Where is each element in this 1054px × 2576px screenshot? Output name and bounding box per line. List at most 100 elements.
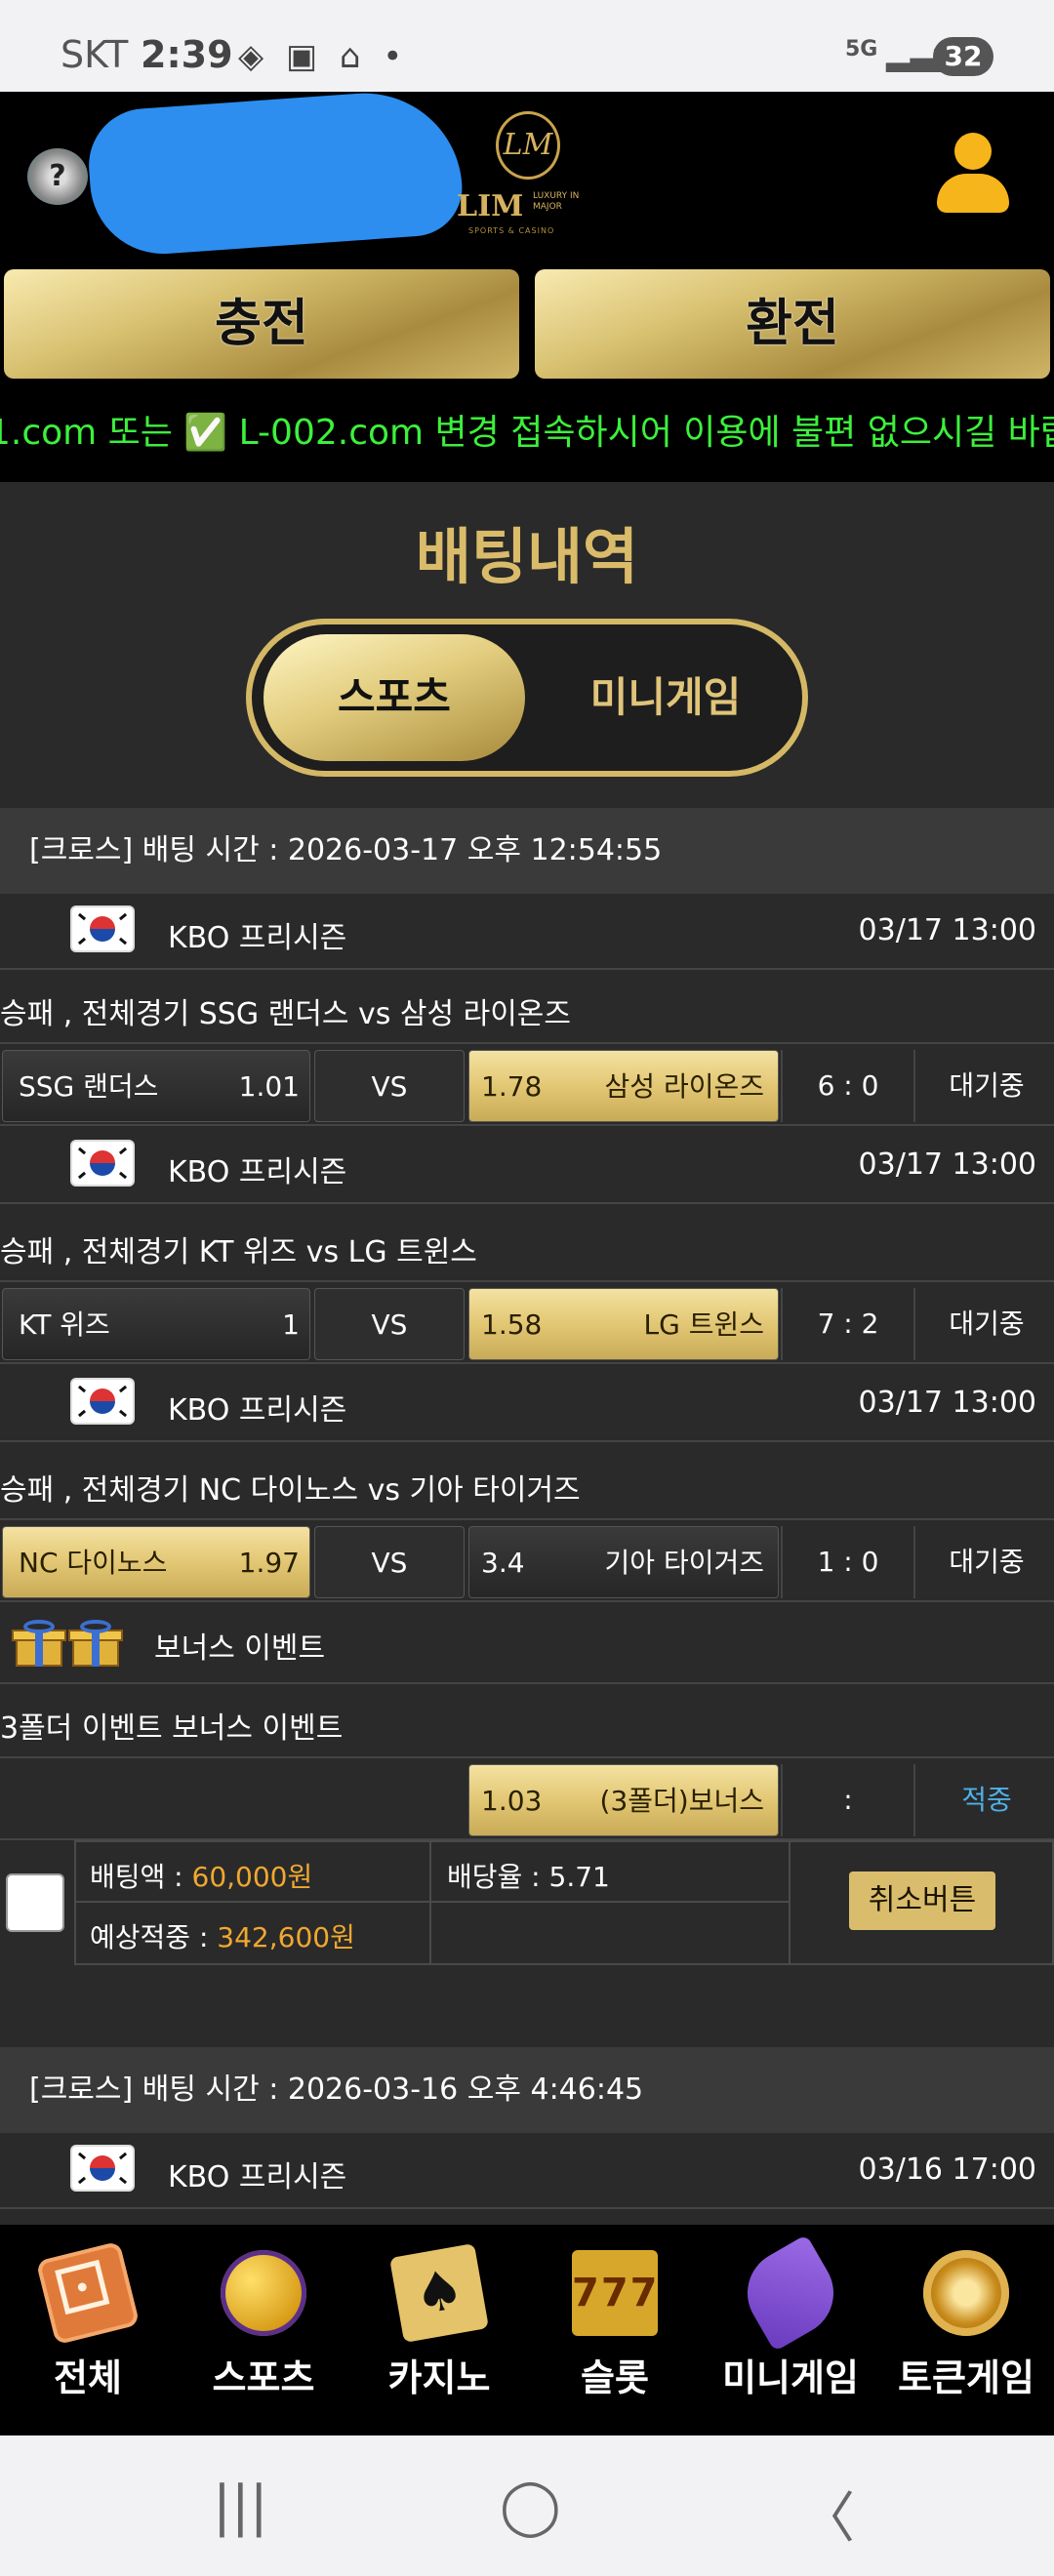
battery-icon: 32 [933,37,993,76]
nav-label: 전체 [54,2356,122,2399]
home-odds-value: 1.01 [238,1070,300,1103]
away-odds-value: 1.58 [481,1308,543,1341]
roulette-icon [923,2250,1009,2336]
bonus-odds-value: 1.03 [481,1785,543,1817]
logo-tagline: SPORTS & CASINO [468,226,555,235]
game-score: 6 : 0 [781,1050,915,1122]
market-text: 3폴더 이벤트 보너스 이벤트 [0,1711,344,1746]
game-time: 03/16 17:00 [858,2153,1036,2187]
nav-slot[interactable]: 777 슬롯 [527,2225,703,2435]
home-icon[interactable]: ◯ [500,2475,561,2538]
home-team-name: KT 위즈 [19,1308,110,1341]
market-row: 3폴더 이벤트 보너스 이벤트 [0,1686,1054,1758]
bonus-odds-button[interactable]: 1.03 (3폴더)보너스 [468,1764,779,1836]
nav-minigame[interactable]: 미니게임 [703,2225,878,2435]
odds-row: SSG 랜더스 1.01 VS 1.78 삼성 라이온즈 6 : 0 대기중 [0,1046,1054,1126]
vs-label: VS [314,1050,465,1122]
bet-slip-header: [크로스] 배팅 시간 : 2026-03-17 오후 12:54:55 [0,808,1054,894]
league-name: KBO 프리시즌 [168,1393,347,1428]
away-team-name: 삼성 라이온즈 [604,1070,764,1103]
logo-emblem-icon: LM [496,111,560,180]
league-row: KBO 프리시즌 03/17 13:00 [0,1366,1054,1442]
bet-amount-row: 배팅액 : 60,000원 [90,1856,312,1895]
back-icon[interactable]: 〈 [800,2475,855,2554]
away-odds-value: 1.78 [481,1070,543,1103]
nav-all[interactable]: 전체 [0,2225,176,2435]
home-odds-value: 1.97 [238,1547,300,1579]
site-logo[interactable]: LM LIM LUXURY IN MAJOR SPORTS & CASINO [451,111,607,248]
bonus-event-label: 보너스 이벤트 [154,1631,326,1666]
withdraw-button[interactable]: 환전 [535,269,1050,379]
market-row: 승패 , 전체경기 NC 다이노스 vs 기아 타이거즈 [0,1448,1054,1520]
league-name: KBO 프리시즌 [168,921,347,955]
bet-slip-header: [크로스] 배팅 시간 : 2026-03-16 오후 4:46:45 [0,2047,1054,2133]
nav-token-game[interactable]: 토큰게임 [878,2225,1054,2435]
away-odds-value: 3.4 [481,1547,525,1579]
game-score: 1 : 0 [781,1526,915,1598]
carrier-label: SKT [61,33,129,76]
network-type-icon: 5G [845,37,878,61]
nav-sports[interactable]: 스포츠 [176,2225,351,2435]
away-odds-button[interactable]: 1.78 삼성 라이온즈 [468,1050,779,1122]
system-nav-bar: ||| ◯ 〈 [0,2435,1054,2576]
game-time: 03/17 13:00 [858,1147,1036,1182]
cards-icon: ♠ [389,2243,489,2343]
market-text: 승패 , 전체경기 SSG 랜더스 vs 삼성 라이온즈 [0,997,572,1031]
slot-777-icon: 777 [572,2250,658,2336]
vs-label: VS [314,1288,465,1360]
home-odds-button[interactable]: SSG 랜더스 1.01 [2,1050,310,1122]
gift-icon [68,1620,123,1667]
deposit-button[interactable]: 충전 [4,269,519,379]
nav-label: 슬롯 [581,2356,649,2399]
game-time: 03/17 13:00 [858,1386,1036,1420]
home-odds-value: 1 [282,1308,300,1341]
game-score: 7 : 2 [781,1288,915,1360]
select-checkbox[interactable] [6,1873,64,1932]
recents-icon[interactable]: ||| [213,2475,268,2538]
home-odds-button[interactable]: NC 다이노스 1.97 [2,1526,310,1598]
bet-status: 대기중 [949,1308,1025,1340]
odds-total-label: 배당율 : [447,1861,549,1893]
home-odds-button[interactable]: KT 위즈 1 [2,1288,310,1360]
expected-win-row: 예상적중 : 342,600원 [90,1916,355,1955]
notice-text: 1.com 또는 ✅ L-002.com 변경 접속하시어 이용에 불편 없으시… [0,413,1054,453]
site-header: ? LM LIM LUXURY IN MAJOR SPORTS & CASINO [0,86,1054,265]
bet-status: 대기중 [949,1546,1025,1578]
bonus-score: : [781,1764,915,1836]
away-odds-button[interactable]: 3.4 기아 타이거즈 [468,1526,779,1598]
league-row: KBO 프리시즌 03/16 17:00 [0,2133,1054,2209]
nav-label: 스포츠 [212,2356,315,2399]
tab-minigame[interactable]: 미니게임 [535,634,796,761]
bet-summary: 배팅액 : 60,000원 배당율 : 5.71 예상적중 : 342,600원… [0,1840,1054,1965]
nav-label: 미니게임 [722,2356,859,2399]
bet-amount-value: 60,000원 [191,1861,313,1893]
home-team-name: SSG 랜더스 [19,1070,159,1103]
game-time: 03/17 13:00 [858,913,1036,947]
vs-label: VS [314,1526,465,1598]
tab-sports[interactable]: 스포츠 [264,634,525,761]
expected-win-value: 342,600원 [217,1921,355,1953]
bonus-status: 적중 [961,1784,1012,1816]
logo-subtext: LUXURY IN MAJOR [533,191,580,212]
cancel-bet-button[interactable]: 취소버튼 [849,1872,995,1930]
redacted-username [85,86,466,260]
korea-flag-icon [72,2147,133,2190]
bonus-odds-row: 1.03 (3폴더)보너스 : 적중 [0,1760,1054,1840]
user-profile-icon[interactable] [935,133,1011,221]
league-row: KBO 프리시즌 03/17 13:00 [0,894,1054,970]
status-bar: SKT 2:39 ◈ ▣ ⌂ • 5G ▂▃▅ 32 [0,0,1054,92]
nav-label: 카지노 [387,2356,491,2399]
league-name: KBO 프리시즌 [168,1155,347,1189]
league-row: KBO 프리시즌 03/17 13:00 [0,1128,1054,1204]
notice-marquee: 1.com 또는 ✅ L-002.com 변경 접속하시어 이용에 불편 없으시… [0,384,1054,482]
away-odds-button[interactable]: 1.58 LG 트윈스 [468,1288,779,1360]
league-name: KBO 프리시즌 [168,2160,347,2194]
rocket-icon [731,2234,850,2353]
odds-total-row: 배당율 : 5.71 [447,1856,610,1895]
category-tabs: 스포츠 미니게임 [246,619,808,777]
away-team-name: 기아 타이거즈 [604,1547,764,1579]
dice-icon [35,2240,141,2346]
nav-casino[interactable]: ♠ 카지노 [351,2225,527,2435]
page-title: 배팅내역 [415,521,639,592]
clock: 2:39 [141,33,233,76]
